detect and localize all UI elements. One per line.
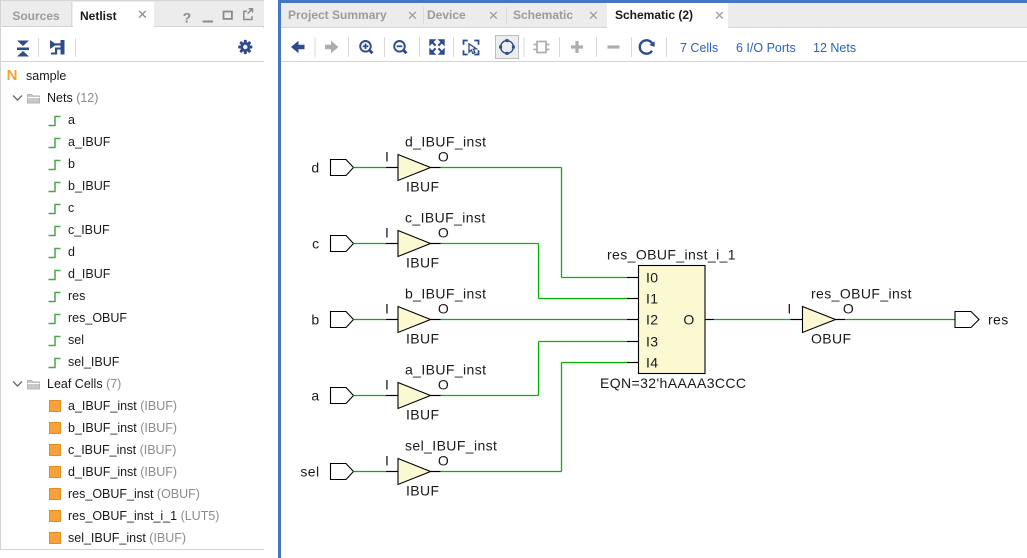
svg-text:I2: I2: [646, 312, 658, 328]
svg-text:O: O: [438, 453, 449, 469]
svg-text:IBUF: IBUF: [406, 483, 440, 499]
svg-text:I: I: [385, 377, 389, 393]
svg-text:d_IBUF_inst: d_IBUF_inst: [405, 134, 486, 150]
svg-text:OBUF: OBUF: [811, 331, 852, 347]
svg-text:c: c: [312, 236, 319, 252]
svg-text:O: O: [438, 149, 449, 165]
svg-text:O: O: [843, 301, 854, 317]
svg-text:O: O: [683, 312, 694, 328]
svg-text:I: I: [385, 301, 389, 317]
svg-text:c_IBUF_inst: c_IBUF_inst: [405, 210, 486, 226]
svg-text:I: I: [385, 149, 389, 165]
svg-text:I: I: [385, 225, 389, 241]
svg-text:IBUF: IBUF: [406, 255, 440, 271]
svg-text:O: O: [438, 301, 449, 317]
svg-text:sel_IBUF_inst: sel_IBUF_inst: [405, 438, 497, 454]
svg-text:sel: sel: [300, 464, 319, 480]
svg-text:I3: I3: [646, 334, 658, 350]
svg-text:a_IBUF_inst: a_IBUF_inst: [405, 362, 486, 378]
svg-text:d: d: [311, 160, 319, 176]
svg-text:b: b: [311, 312, 319, 328]
svg-text:O: O: [438, 225, 449, 241]
svg-text:res_OBUF_inst: res_OBUF_inst: [811, 286, 912, 302]
svg-text:?: ?: [183, 10, 192, 26]
svg-text:b_IBUF_inst: b_IBUF_inst: [405, 286, 486, 302]
svg-text:I: I: [787, 301, 791, 317]
svg-text:I4: I4: [646, 355, 658, 371]
svg-text:EQN=32'hAAAA3CCC: EQN=32'hAAAA3CCC: [600, 375, 746, 391]
svg-text:I0: I0: [646, 270, 658, 286]
svg-text:I: I: [385, 453, 389, 469]
svg-text:IBUF: IBUF: [406, 331, 440, 347]
svg-text:O: O: [438, 377, 449, 393]
svg-text:IBUF: IBUF: [406, 179, 440, 195]
svg-text:a: a: [311, 388, 319, 404]
svg-text:res: res: [988, 312, 1009, 328]
svg-text:I1: I1: [646, 291, 658, 307]
svg-text:IBUF: IBUF: [406, 407, 440, 423]
svg-text:res_OBUF_inst_i_1: res_OBUF_inst_i_1: [607, 247, 736, 263]
